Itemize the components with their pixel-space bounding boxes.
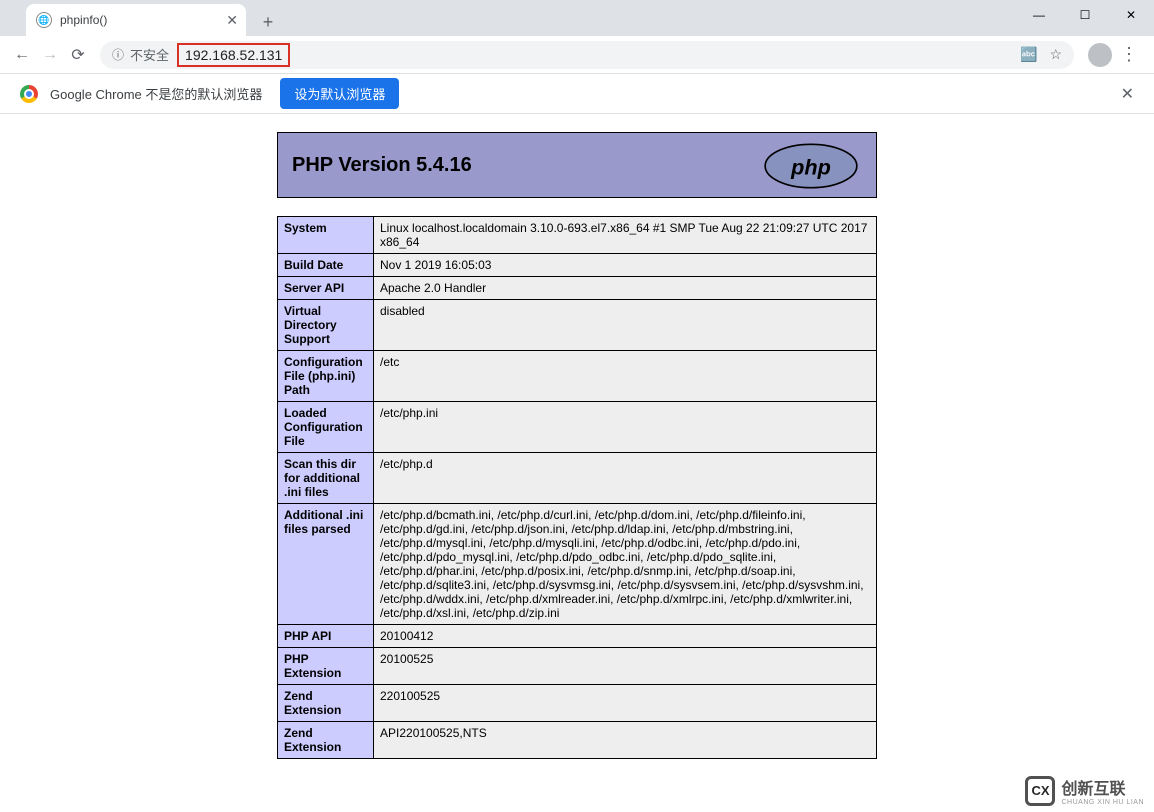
- tab-close-icon[interactable]: ✕: [226, 12, 238, 29]
- phpinfo-table: SystemLinux localhost.localdomain 3.10.0…: [277, 216, 877, 759]
- php-version-title: PHP Version 5.4.16: [292, 154, 472, 177]
- config-key: Build Date: [278, 254, 374, 277]
- config-key: Configuration File (php.ini) Path: [278, 351, 374, 402]
- table-row: Zend ExtensionAPI220100525,NTS: [278, 722, 877, 759]
- config-value: /etc/php.d/bcmath.ini, /etc/php.d/curl.i…: [374, 504, 877, 625]
- config-value: Nov 1 2019 16:05:03: [374, 254, 877, 277]
- phpinfo-header: PHP Version 5.4.16 php: [277, 132, 877, 198]
- config-key: Virtual Directory Support: [278, 300, 374, 351]
- table-row: Additional .ini files parsed/etc/php.d/b…: [278, 504, 877, 625]
- back-button[interactable]: ←: [8, 41, 36, 69]
- info-icon[interactable]: ⓘ: [112, 46, 124, 63]
- config-key: Zend Extension: [278, 685, 374, 722]
- table-row: Scan this dir for additional .ini files/…: [278, 453, 877, 504]
- page-content[interactable]: PHP Version 5.4.16 php SystemLinux local…: [0, 114, 1154, 812]
- watermark-text: 创新互联: [1061, 775, 1144, 799]
- window-controls: — ☐ ✕: [1016, 0, 1154, 30]
- table-row: Server APIApache 2.0 Handler: [278, 277, 877, 300]
- table-row: Virtual Directory Supportdisabled: [278, 300, 877, 351]
- set-default-button[interactable]: 设为默认浏览器: [280, 78, 399, 109]
- config-key: Additional .ini files parsed: [278, 504, 374, 625]
- kebab-menu-icon[interactable]: ⋮: [1112, 44, 1146, 65]
- translate-icon[interactable]: 🔤: [1020, 46, 1037, 63]
- config-key: PHP API: [278, 625, 374, 648]
- table-row: SystemLinux localhost.localdomain 3.10.0…: [278, 217, 877, 254]
- close-window-button[interactable]: ✕: [1108, 0, 1154, 30]
- browser-tab[interactable]: 🌐 phpinfo() ✕: [26, 4, 246, 36]
- config-key: Zend Extension: [278, 722, 374, 759]
- svg-text:php: php: [790, 154, 831, 179]
- config-value: /etc/php.d: [374, 453, 877, 504]
- address-bar[interactable]: ⓘ 不安全 192.168.52.131 🔤 ☆: [100, 41, 1074, 69]
- insecure-label: 不安全: [130, 45, 169, 64]
- globe-icon: 🌐: [36, 12, 52, 28]
- config-value: /etc: [374, 351, 877, 402]
- chrome-icon: [20, 85, 38, 103]
- table-row: PHP Extension20100525: [278, 648, 877, 685]
- maximize-button[interactable]: ☐: [1062, 0, 1108, 30]
- browser-toolbar: ← → ⟳ ⓘ 不安全 192.168.52.131 🔤 ☆ ⋮: [0, 36, 1154, 74]
- php-logo: php: [756, 141, 866, 191]
- config-value: disabled: [374, 300, 877, 351]
- infobar-message: Google Chrome 不是您的默认浏览器: [50, 84, 262, 103]
- config-key: PHP Extension: [278, 648, 374, 685]
- config-value: API220100525,NTS: [374, 722, 877, 759]
- config-value: 20100525: [374, 648, 877, 685]
- default-browser-infobar: Google Chrome 不是您的默认浏览器 设为默认浏览器 ✕: [0, 74, 1154, 114]
- bookmark-star-icon[interactable]: ☆: [1049, 46, 1062, 63]
- config-value: 20100412: [374, 625, 877, 648]
- table-row: Configuration File (php.ini) Path/etc: [278, 351, 877, 402]
- infobar-close-icon[interactable]: ✕: [1121, 84, 1134, 104]
- tab-title: phpinfo(): [60, 13, 107, 27]
- config-key: Scan this dir for additional .ini files: [278, 453, 374, 504]
- tab-strip: 🌐 phpinfo() ✕ + — ☐ ✕: [0, 0, 1154, 36]
- table-row: Zend Extension220100525: [278, 685, 877, 722]
- config-value: /etc/php.ini: [374, 402, 877, 453]
- config-value: Apache 2.0 Handler: [374, 277, 877, 300]
- reload-button[interactable]: ⟳: [64, 41, 92, 69]
- config-value: 220100525: [374, 685, 877, 722]
- config-key: Server API: [278, 277, 374, 300]
- watermark-logo: CX: [1025, 776, 1055, 806]
- table-row: Build DateNov 1 2019 16:05:03: [278, 254, 877, 277]
- table-row: PHP API20100412: [278, 625, 877, 648]
- table-row: Loaded Configuration File/etc/php.ini: [278, 402, 877, 453]
- watermark-sub: CHUANG XIN HU LIAN: [1061, 799, 1144, 806]
- forward-button[interactable]: →: [36, 41, 64, 69]
- watermark: CX 创新互联 CHUANG XIN HU LIAN: [1025, 775, 1144, 806]
- config-key: System: [278, 217, 374, 254]
- minimize-button[interactable]: —: [1016, 0, 1062, 30]
- profile-avatar[interactable]: [1088, 43, 1112, 67]
- url-text: 192.168.52.131: [177, 43, 290, 67]
- new-tab-button[interactable]: +: [254, 8, 282, 36]
- config-key: Loaded Configuration File: [278, 402, 374, 453]
- config-value: Linux localhost.localdomain 3.10.0-693.e…: [374, 217, 877, 254]
